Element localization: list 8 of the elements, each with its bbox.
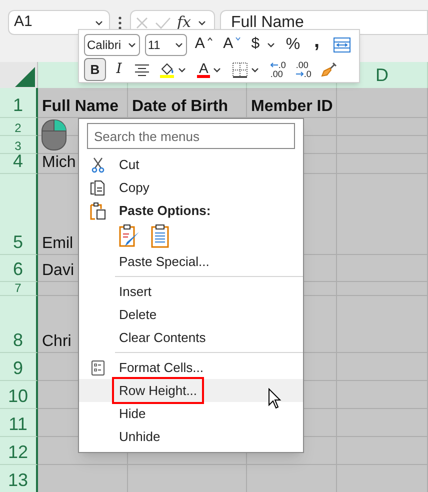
- cell-text: Chri: [42, 334, 72, 350]
- cell-text: Mich: [42, 155, 76, 171]
- cell-text: Member ID: [251, 99, 333, 115]
- cell-text: Full Name: [42, 99, 118, 115]
- cell-text: Davi: [42, 263, 74, 279]
- cell-text: Emil: [42, 236, 74, 252]
- menu-heading: Paste Options:: [119, 202, 211, 220]
- cell-text: Date of Birth: [132, 99, 228, 115]
